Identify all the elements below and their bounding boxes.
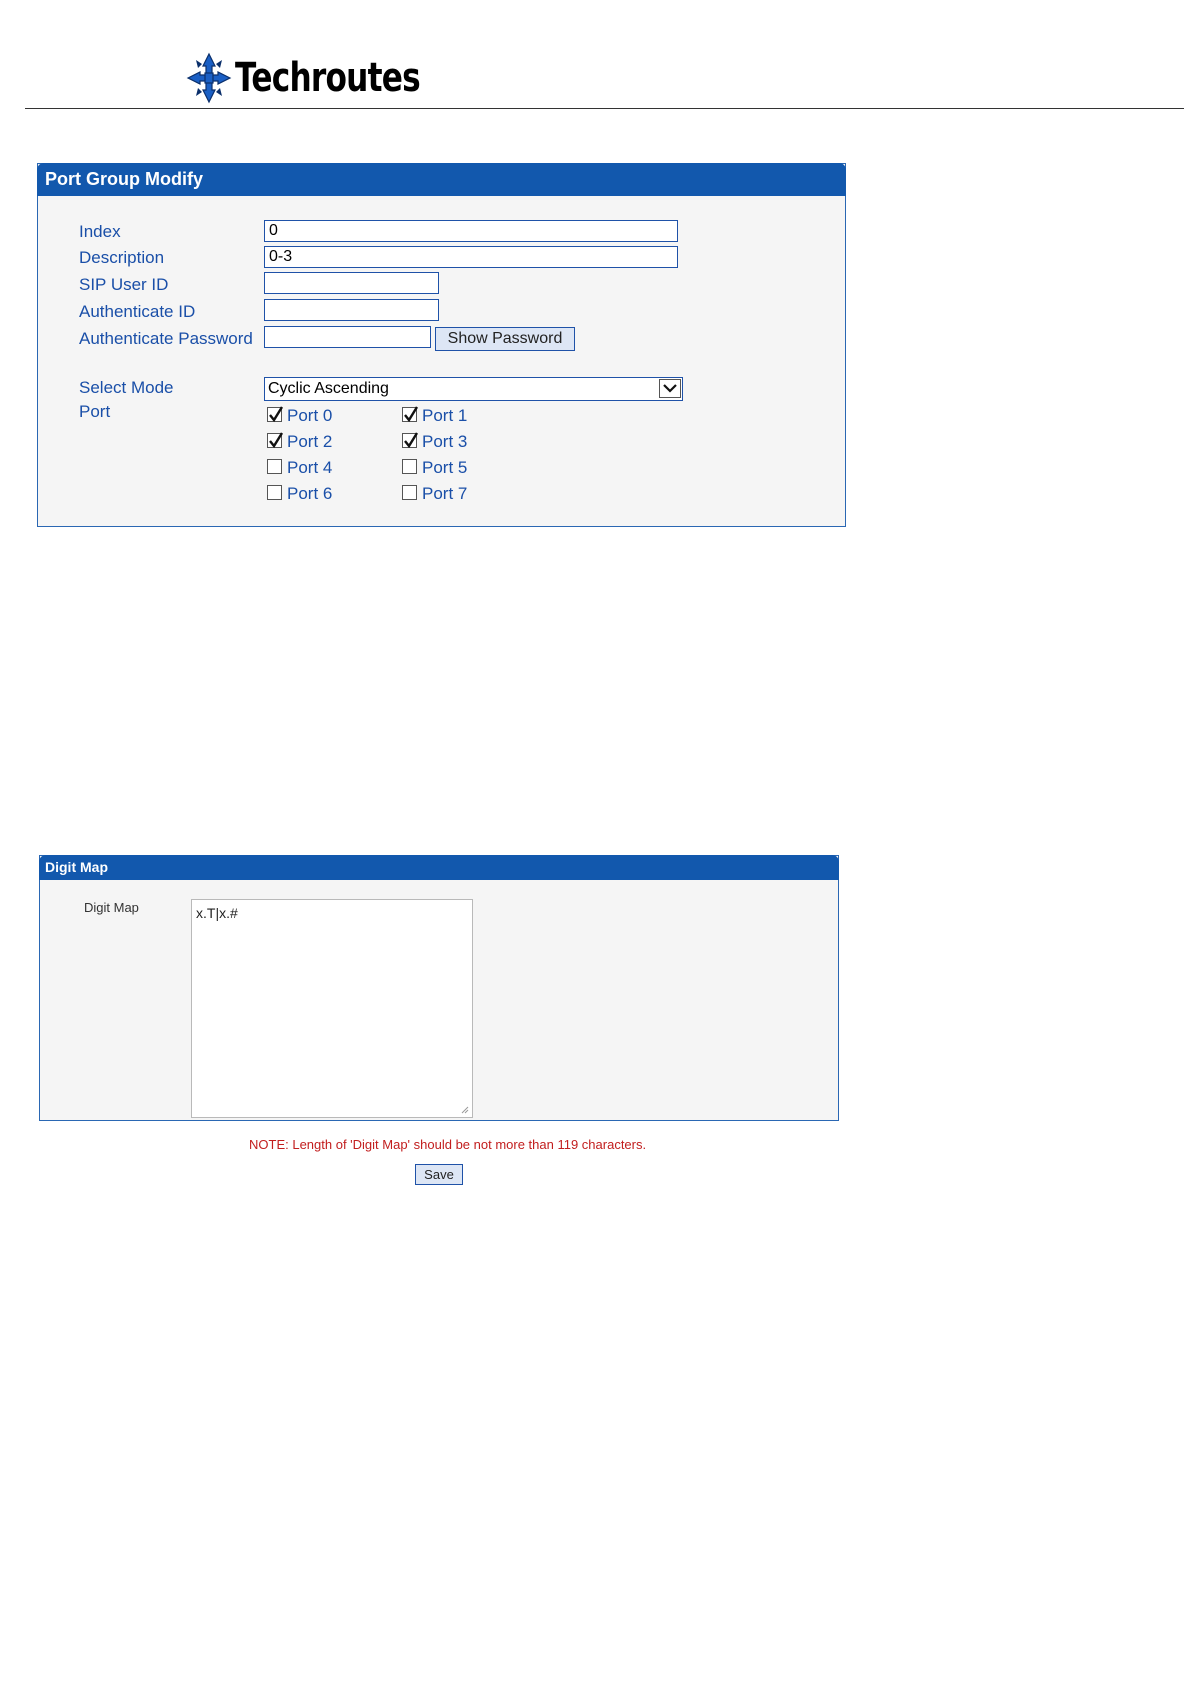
authenticate-password-field[interactable] [264, 326, 431, 348]
port-6-checkbox[interactable] [267, 484, 282, 500]
port-5-label: Port 5 [422, 458, 468, 477]
port-6-option[interactable]: Port 6 [267, 484, 332, 504]
port-0-option[interactable]: Port 0 [267, 405, 333, 426]
checkmark-icon [404, 431, 419, 448]
select-mode-value: Cyclic Ascending [268, 380, 389, 397]
port-5-checkbox[interactable] [402, 458, 417, 474]
checkmark-icon [269, 431, 284, 448]
show-password-button[interactable]: Show Password [435, 327, 575, 351]
port-3-option[interactable]: Port 3 [402, 431, 468, 452]
save-button[interactable]: Save [415, 1164, 463, 1185]
port-1-checkbox[interactable] [402, 405, 419, 422]
index-label: Index [79, 222, 121, 241]
port-4-option[interactable]: Port 4 [267, 458, 332, 478]
port-0-checkbox[interactable] [267, 405, 284, 422]
checkmark-icon [269, 405, 284, 422]
port-2-option[interactable]: Port 2 [267, 431, 333, 452]
sip-user-id-label: SIP User ID [79, 275, 169, 294]
port-6-label: Port 6 [287, 484, 333, 503]
digit-map-note: NOTE: Length of 'Digit Map' should be no… [249, 1137, 647, 1152]
port-group-panel: Port Group Modify Index 0 Description 0-… [37, 163, 846, 527]
port-7-checkbox[interactable] [402, 484, 417, 500]
port-4-checkbox[interactable] [267, 458, 282, 474]
port-label: Port [79, 402, 111, 421]
port-2-checkbox[interactable] [267, 431, 284, 448]
brand-logo: Techroutes [186, 52, 472, 104]
checkmark-icon [404, 405, 419, 422]
select-mode-label: Select Mode [79, 378, 174, 397]
header-divider [25, 108, 1184, 109]
digit-map-textarea[interactable]: x.T|x.# [191, 899, 473, 1118]
port-4-label: Port 4 [287, 458, 333, 477]
description-field[interactable]: 0-3 [264, 246, 678, 268]
index-field[interactable]: 0 [264, 220, 678, 242]
digit-map-label: Digit Map [84, 900, 139, 915]
port-3-label: Port 3 [422, 432, 468, 451]
resize-grip-icon[interactable] [461, 1106, 469, 1114]
port-7-label: Port 7 [422, 484, 468, 503]
panel-title: Digit Map [39, 855, 839, 880]
sip-user-id-field[interactable] [264, 272, 439, 294]
authenticate-id-label: Authenticate ID [79, 302, 196, 321]
description-label: Description [79, 248, 165, 267]
brand-name: Techroutes [235, 55, 421, 101]
compass-cross-icon [186, 52, 232, 104]
authenticate-password-label: Authenticate Password [79, 329, 253, 348]
digit-map-panel: Digit Map Digit Map x.T|x.# [39, 855, 839, 1121]
chevron-down-icon[interactable] [659, 379, 681, 398]
authenticate-id-field[interactable] [264, 299, 439, 321]
port-2-label: Port 2 [287, 432, 333, 451]
port-1-option[interactable]: Port 1 [402, 405, 468, 426]
digit-map-value: x.T|x.# [196, 905, 238, 921]
port-5-option[interactable]: Port 5 [402, 458, 467, 478]
port-1-label: Port 1 [422, 406, 468, 425]
port-7-option[interactable]: Port 7 [402, 484, 467, 504]
port-0-label: Port 0 [287, 406, 333, 425]
port-3-checkbox[interactable] [402, 431, 419, 448]
select-mode-dropdown[interactable]: Cyclic Ascending [264, 377, 683, 401]
panel-title: Port Group Modify [37, 163, 846, 196]
